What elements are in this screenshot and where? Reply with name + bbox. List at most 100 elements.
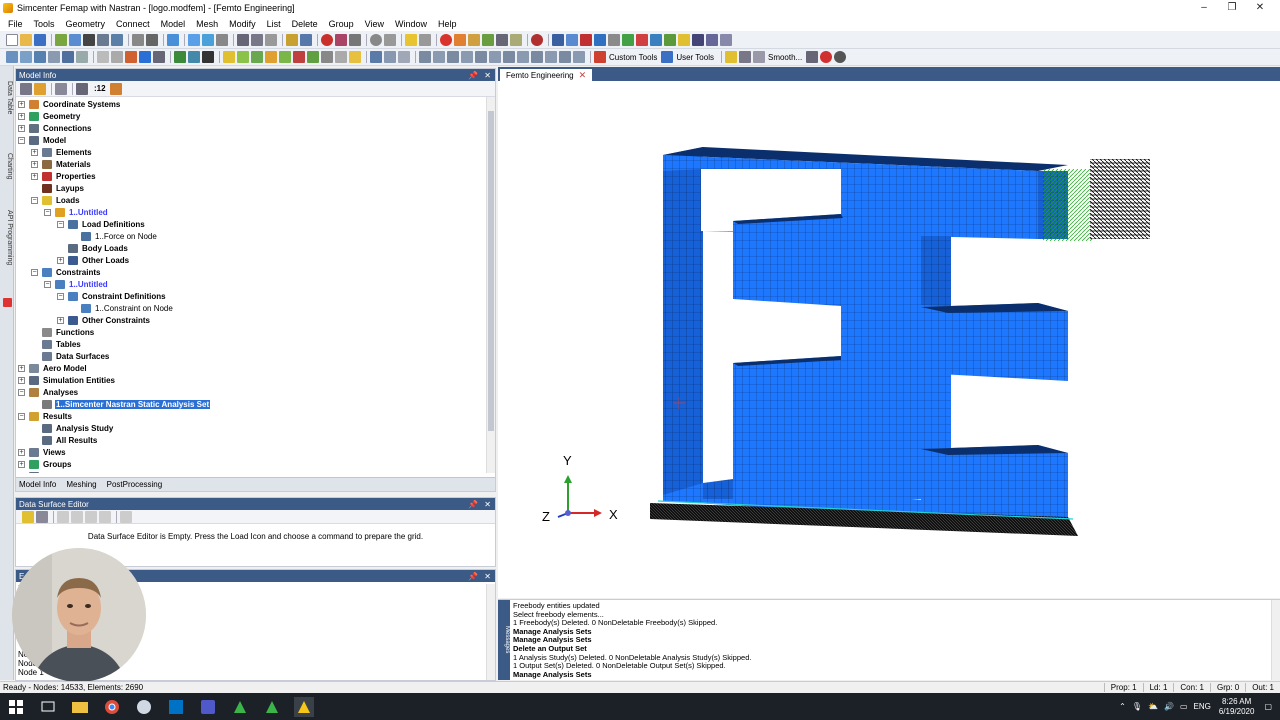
panel-10-icon[interactable]: [545, 51, 557, 63]
copy-grid-icon[interactable]: [57, 510, 69, 523]
show-all-icon[interactable]: [139, 51, 151, 63]
menu-delete[interactable]: Delete: [292, 19, 318, 29]
table-icon[interactable]: [97, 34, 109, 46]
view-options-icon[interactable]: [188, 51, 200, 63]
tab-data-table[interactable]: Data Table: [1, 68, 13, 128]
view-right-icon[interactable]: [34, 51, 46, 63]
panel-2-icon[interactable]: [433, 51, 445, 63]
view-rotate-icon[interactable]: [167, 34, 179, 46]
expand-icon[interactable]: +: [18, 448, 25, 456]
tree-view-icon[interactable]: [20, 82, 32, 95]
view-tab-close-icon[interactable]: ✕: [579, 70, 587, 81]
filter-icon[interactable]: [265, 34, 277, 46]
tree-node[interactable]: Body Loads: [57, 242, 129, 254]
notifications-icon[interactable]: ▢: [1264, 702, 1272, 711]
task-view-icon[interactable]: [38, 697, 58, 717]
tree-node[interactable]: 1..Constraint on Node: [70, 302, 174, 314]
expand-icon[interactable]: +: [18, 376, 25, 384]
panel-8-icon[interactable]: [517, 51, 529, 63]
reset-icon[interactable]: [321, 51, 333, 63]
tree-node[interactable]: − Constraints: [31, 266, 101, 278]
tree-node[interactable]: + Geometry: [18, 110, 81, 122]
tab-meshing[interactable]: Meshing: [66, 480, 96, 489]
save-icon[interactable]: [34, 34, 46, 46]
pin-icon[interactable]: 📌: [468, 71, 478, 80]
tree-node[interactable]: − 1..Untitled: [44, 278, 109, 290]
menu-list[interactable]: List: [267, 19, 281, 29]
grid-icon[interactable]: [83, 34, 95, 46]
expand-icon[interactable]: +: [18, 472, 25, 473]
view-trimetric-icon[interactable]: [76, 51, 88, 63]
femap-taskbar-icon-1[interactable]: [230, 697, 250, 717]
battery-icon[interactable]: ▭: [1180, 702, 1188, 711]
snap-icon[interactable]: [335, 34, 347, 46]
tab-postprocessing[interactable]: PostProcessing: [107, 480, 163, 489]
smooth-menu[interactable]: Smooth...: [768, 53, 802, 62]
panel-5-icon[interactable]: [475, 51, 487, 63]
box-icon[interactable]: [496, 34, 508, 46]
undo-view-icon[interactable]: [384, 51, 396, 63]
view-front-icon[interactable]: [6, 51, 18, 63]
tree-filter-icon[interactable]: [34, 82, 46, 95]
tree-node[interactable]: + Views: [18, 446, 67, 458]
panel-close-icon[interactable]: ✕: [484, 572, 491, 581]
collapse-icon[interactable]: −: [18, 412, 25, 420]
highlight-icon[interactable]: [293, 51, 305, 63]
print-icon[interactable]: [146, 34, 158, 46]
expand-icon[interactable]: +: [31, 172, 38, 180]
circle-icon[interactable]: [370, 34, 382, 46]
tree-node[interactable]: Analysis Study: [31, 422, 114, 434]
windows-start-icon[interactable]: [6, 697, 26, 717]
panel-1-icon[interactable]: [419, 51, 431, 63]
arrow-left-icon[interactable]: [370, 51, 382, 63]
tree-expand-icon[interactable]: [76, 82, 88, 95]
tab-charting[interactable]: Charting: [1, 144, 13, 188]
panel-close-icon[interactable]: ✕: [484, 71, 491, 80]
tree-node[interactable]: Tables: [31, 338, 82, 350]
locate-icon[interactable]: [279, 51, 291, 63]
list-icon[interactable]: [237, 34, 249, 46]
tree-node[interactable]: + Properties: [31, 170, 97, 182]
criteria-icon[interactable]: [678, 34, 690, 46]
tree-node[interactable]: + Elements: [31, 146, 93, 158]
tree-node[interactable]: − Results: [18, 410, 73, 422]
expand-icon[interactable]: +: [31, 148, 38, 156]
workplane-icon[interactable]: [349, 34, 361, 46]
expand-icon[interactable]: +: [18, 364, 25, 372]
tree-node[interactable]: − Loads: [31, 194, 81, 206]
menu-file[interactable]: File: [8, 19, 23, 29]
brush-icon[interactable]: [468, 34, 480, 46]
pin-icon[interactable]: 📌: [468, 572, 478, 581]
shape-icon[interactable]: [482, 34, 494, 46]
tree-node[interactable]: Data Surfaces: [31, 350, 110, 362]
microphone-icon[interactable]: 🎙: [1132, 702, 1142, 711]
user-tools-menu[interactable]: User Tools: [676, 53, 714, 62]
query-icon[interactable]: [251, 51, 263, 63]
panel-3-icon[interactable]: [447, 51, 459, 63]
panel-7-icon[interactable]: [503, 51, 515, 63]
panel-close-icon[interactable]: ✕: [484, 500, 491, 509]
camera-icon[interactable]: [806, 51, 819, 63]
model-tree-scrollbar[interactable]: [486, 97, 495, 473]
menu-tools[interactable]: Tools: [34, 19, 55, 29]
color-icon[interactable]: [349, 51, 361, 63]
file-explorer-icon[interactable]: [70, 697, 90, 717]
panes-icon[interactable]: [724, 51, 737, 63]
autoscale-icon[interactable]: [216, 34, 228, 46]
view-top-icon[interactable]: [20, 51, 32, 63]
node-icon[interactable]: [552, 34, 564, 46]
collapse-icon[interactable]: −: [44, 280, 51, 288]
view-dimetric-icon[interactable]: [62, 51, 74, 63]
expand-grid-icon[interactable]: [71, 510, 83, 523]
new-file-icon[interactable]: [6, 34, 18, 46]
tab-api-programming[interactable]: API Programming: [1, 202, 13, 274]
panel-4-icon[interactable]: [461, 51, 473, 63]
tree-node[interactable]: + Simulation Entities: [18, 374, 116, 386]
menu-model[interactable]: Model: [161, 19, 186, 29]
close-button[interactable]: ✕: [1246, 0, 1274, 16]
outlook-icon[interactable]: [166, 697, 186, 717]
tree-sort-icon[interactable]: [55, 82, 67, 95]
paste-icon[interactable]: [132, 34, 144, 46]
collapse-icon[interactable]: −: [31, 268, 38, 276]
menu-group[interactable]: Group: [329, 19, 354, 29]
